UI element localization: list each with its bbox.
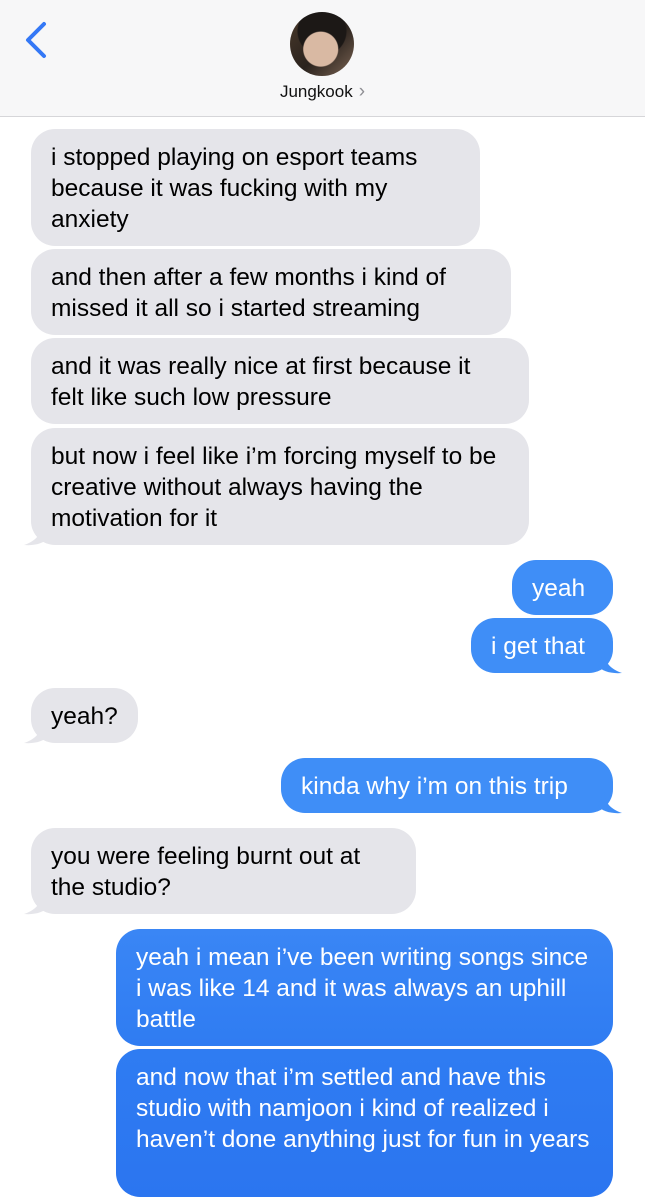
message-text: yeah: [532, 575, 586, 602]
bubble-tail-incoming: [24, 891, 48, 915]
bubble-tail-outgoing: [598, 790, 622, 814]
message-bubble-incoming[interactable]: and then after a few months i kind of mi…: [31, 249, 511, 335]
message-bubble-incoming[interactable]: and it was really nice at first because …: [31, 338, 529, 424]
message-bubble-incoming[interactable]: but now i feel like i’m forcing myself t…: [31, 428, 529, 545]
message-bubble-outgoing[interactable]: kinda why i’m on this trip: [281, 758, 613, 813]
conversation-header: Jungkook ›: [0, 0, 645, 117]
message-bubble-outgoing[interactable]: yeah i mean i’ve been writing songs sinc…: [116, 929, 613, 1046]
message-text: i stopped playing on esport teams becaus…: [51, 144, 418, 233]
message-text: yeah?: [51, 703, 118, 730]
message-text: yeah i mean i’ve been writing songs sinc…: [136, 944, 589, 1033]
message-text: i get that: [491, 633, 585, 660]
contact-name-button[interactable]: Jungkook ›: [0, 81, 645, 103]
message-bubble-incoming[interactable]: i stopped playing on esport teams becaus…: [31, 129, 480, 246]
contact-name: Jungkook: [279, 82, 353, 101]
message-bubble-outgoing[interactable]: yeah: [512, 560, 613, 615]
bubble-tail-incoming: [24, 522, 48, 546]
back-button[interactable]: [20, 20, 54, 60]
bubble-tail-incoming: [24, 720, 48, 744]
message-bubble-incoming[interactable]: you were feeling burnt out at the studio…: [31, 828, 416, 914]
message-bubble-outgoing[interactable]: and now that i’m settled and have this s…: [116, 1049, 613, 1197]
avatar[interactable]: [290, 12, 354, 76]
message-text: and it was really nice at first because …: [51, 353, 471, 411]
message-text: and then after a few months i kind of mi…: [51, 264, 446, 322]
message-text: kinda why i’m on this trip: [301, 773, 568, 800]
bubble-tail-outgoing: [598, 650, 622, 674]
message-text: you were feeling burnt out at the studio…: [51, 843, 361, 901]
message-text: and now that i’m settled and have this s…: [136, 1064, 590, 1153]
message-text: but now i feel like i’m forcing myself t…: [51, 443, 497, 532]
chevron-right-icon: ›: [358, 81, 366, 102]
chevron-left-icon: [26, 22, 46, 58]
message-bubble-outgoing[interactable]: i get that: [471, 618, 613, 673]
